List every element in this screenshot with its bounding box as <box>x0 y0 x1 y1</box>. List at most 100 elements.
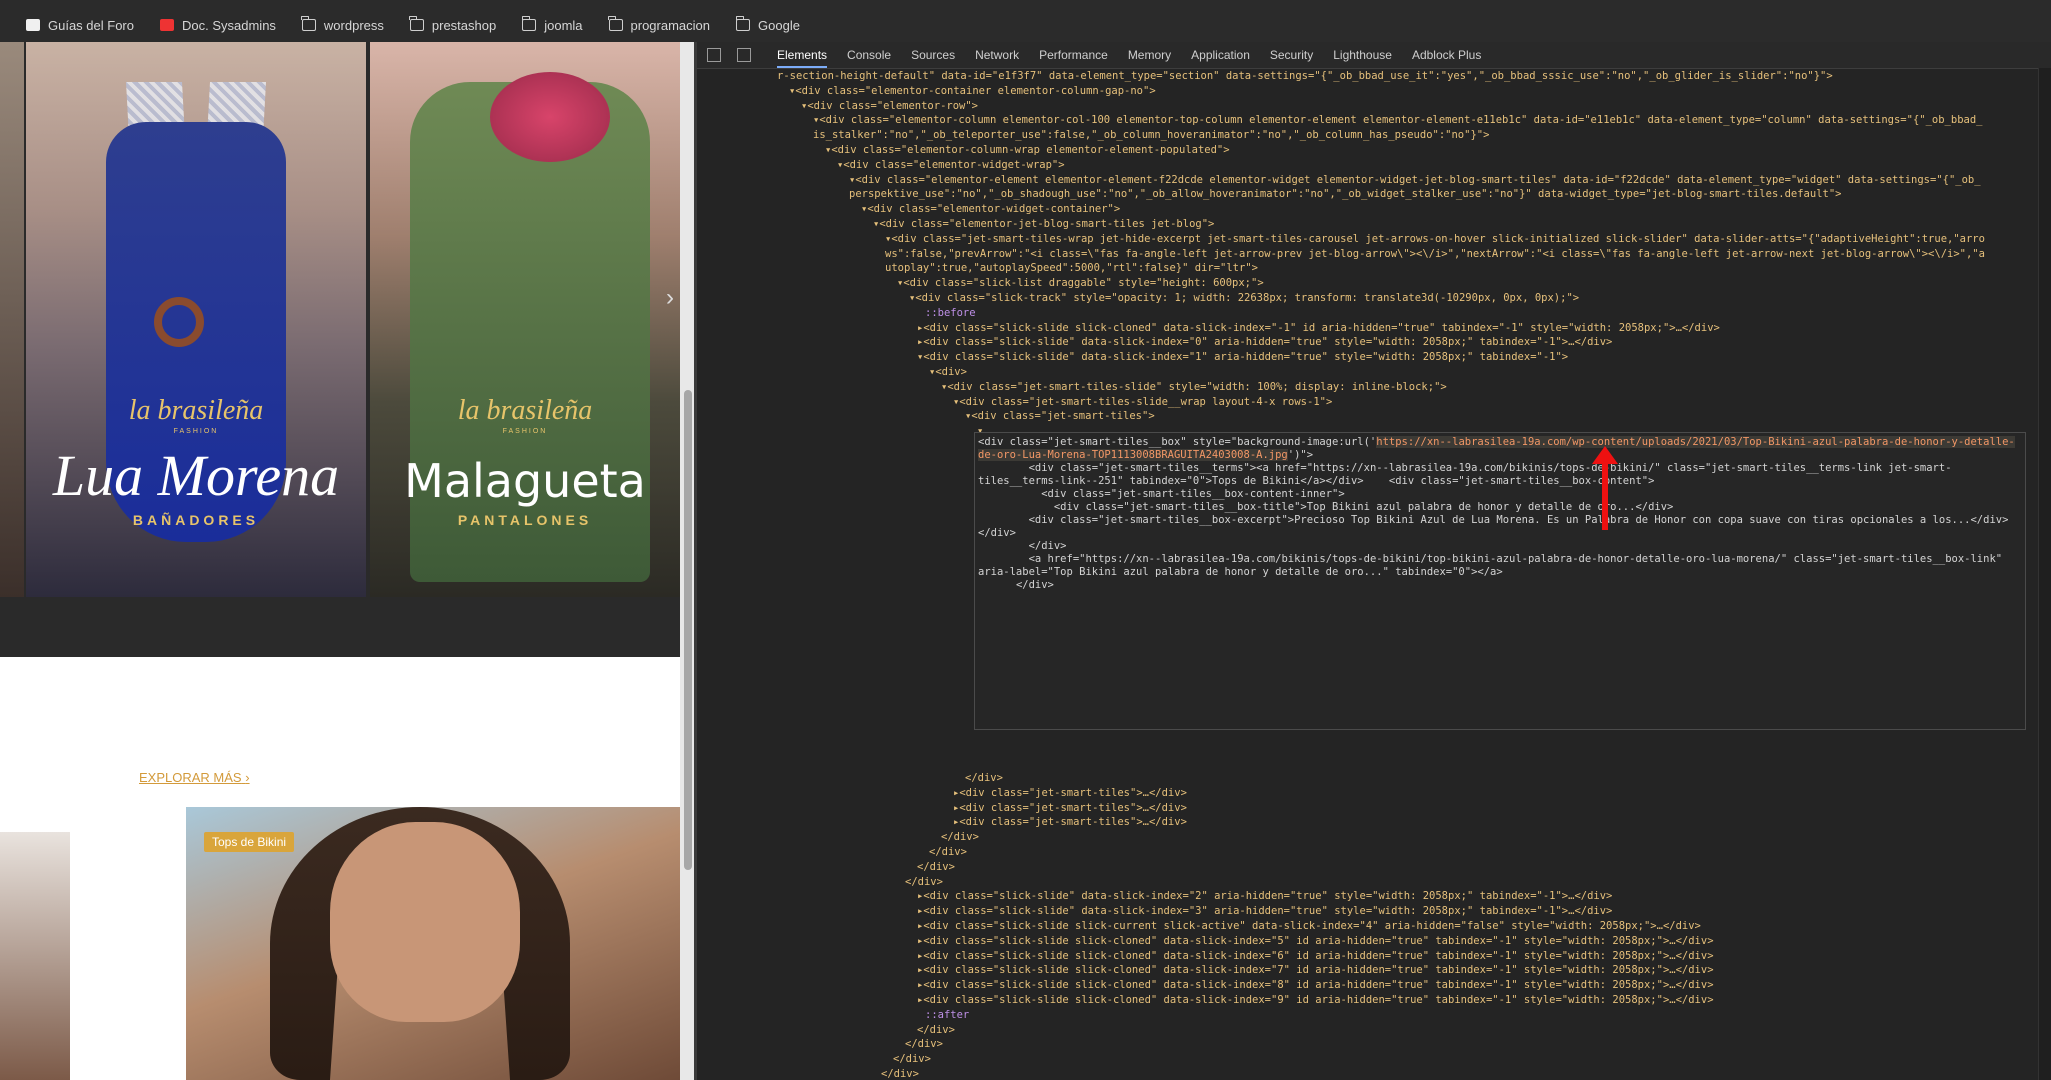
dom-node-line[interactable]: ▾<div class="jet-smart-tiles-slide" styl… <box>941 380 1447 395</box>
dom-node-line[interactable]: ▾<div class="elementor-jet-blog-smart-ti… <box>873 217 1214 232</box>
bookmark-google[interactable]: Google <box>735 16 800 33</box>
dom-node-line[interactable]: ▸<div class="slick-slide slick-cloned" d… <box>917 949 1714 964</box>
tab-performance[interactable]: Performance <box>1039 48 1108 62</box>
dom-node-line[interactable]: </div> <box>905 875 943 890</box>
edit-html-line[interactable]: <div class="jet-smart-tiles__box" style=… <box>978 436 1376 448</box>
edit-html-line[interactable]: <div class="jet-smart-tiles__box-content… <box>978 488 1344 500</box>
dom-node-line[interactable]: </div> <box>881 1067 919 1080</box>
dom-node-line[interactable]: ▸<div class="slick-slide slick-cloned" d… <box>917 978 1714 993</box>
dom-node-line[interactable]: ▸<div class="slick-slide" data-slick-ind… <box>917 889 1612 904</box>
product-category-tag[interactable]: Tops de Bikini <box>204 832 295 852</box>
tab-console[interactable]: Console <box>847 48 891 62</box>
dom-node-line[interactable]: ▾<div class="elementor-column elementor-… <box>813 113 1982 128</box>
page-scrollbar-thumb[interactable] <box>684 390 692 870</box>
edit-html-line[interactable]: <div class="jet-smart-tiles__box-excerpt… <box>978 514 2051 539</box>
dom-node-line[interactable]: </div> <box>893 1052 931 1067</box>
bookmark-doc-sysadmins[interactable]: Doc. Sysadmins <box>160 18 276 33</box>
dom-node-line[interactable]: ▾<div class="slick-slide" data-slick-ind… <box>917 350 1568 365</box>
product-image-partial[interactable] <box>0 832 70 1080</box>
dom-node-line[interactable]: ▸<div class="slick-slide slick-cloned" d… <box>917 993 1714 1008</box>
bookmark-wordpress[interactable]: wordpress <box>301 16 384 33</box>
dom-node-line[interactable]: ▾<div class="elementor-row"> <box>801 99 978 114</box>
dom-node-line[interactable]: ▸<div class="slick-slide" data-slick-ind… <box>917 335 1612 350</box>
dom-node-line[interactable]: ▾<div class="slick-list draggable" style… <box>897 276 1264 291</box>
bookmark-joomla[interactable]: joomla <box>521 16 583 33</box>
tab-memory[interactable]: Memory <box>1128 48 1171 62</box>
dom-node-line[interactable]: ▾<div class="elementor-container element… <box>789 84 1156 99</box>
tab-network[interactable]: Network <box>975 48 1019 62</box>
inspect-element-icon[interactable] <box>707 48 721 62</box>
dom-node-line[interactable]: ▾<div class="elementor-widget-wrap"> <box>837 158 1065 173</box>
dom-node-line[interactable]: ▾<div class="elementor-column-wrap eleme… <box>825 143 1230 158</box>
dom-node-line[interactable]: is_stalker":"no","_ob_teleporter_use":fa… <box>813 128 1489 143</box>
edit-as-html-text[interactable]: <div class="jet-smart-tiles__box" style=… <box>978 436 2018 592</box>
folder-icon <box>521 16 537 31</box>
edit-html-line[interactable]: <a href="https://xn--labrasilea-19a.com/… <box>978 553 2008 578</box>
tab-adblock-plus[interactable]: Adblock Plus <box>1412 48 1481 62</box>
slide-tile-pantalones[interactable]: la brasileña FASHION Malagueta PANTALONE… <box>370 42 680 597</box>
dom-node-line[interactable]: ws":false,"prevArrow":"<i class=\"fas fa… <box>885 247 1985 262</box>
dom-node-line[interactable]: ▸<div class="jet-smart-tiles">…</div> <box>953 801 1187 816</box>
dom-node-line[interactable]: utoplay":true,"autoplaySpeed":5000,"rtl"… <box>885 261 1258 276</box>
dom-node-line[interactable]: r-section-height-default" data-id="e1f3f… <box>777 69 1833 84</box>
dom-node-line[interactable]: </div> <box>917 860 955 875</box>
bookmark-label: Guías del Foro <box>48 17 134 33</box>
dom-node-line[interactable]: </div> <box>917 1023 955 1038</box>
edit-html-line[interactable]: </div> <box>978 540 1067 552</box>
dom-node-line[interactable]: ▸<div class="slick-slide slick-current s… <box>917 919 1701 934</box>
bookmark-label: programacion <box>630 17 711 33</box>
slide-title: Lua Morena <box>52 443 340 508</box>
brand-logo: la brasileña <box>128 395 264 426</box>
dom-node-line[interactable]: ▸<div class="jet-smart-tiles">…</div> <box>953 786 1187 801</box>
slide-category: PANTALONES <box>457 512 593 528</box>
dom-node-line[interactable]: ▾<div class="slick-track" style="opacity… <box>909 291 1579 306</box>
dom-node-line[interactable]: </div> <box>905 1037 943 1052</box>
device-toolbar-icon[interactable] <box>737 48 751 62</box>
dom-node-line[interactable]: ▾<div class="jet-smart-tiles-wrap jet-hi… <box>885 232 1985 247</box>
dom-node-line[interactable]: ▾<div class="elementor-element elementor… <box>849 173 1981 188</box>
dom-node-line[interactable]: </div> <box>929 845 967 860</box>
model-face-image <box>330 822 520 1022</box>
dom-node-line[interactable]: ▸<div class="slick-slide" data-slick-ind… <box>917 904 1612 919</box>
tab-application[interactable]: Application <box>1191 48 1250 62</box>
edit-html-line[interactable]: <div class="jet-smart-tiles__box-title">… <box>978 501 1674 513</box>
dom-node-line[interactable]: ▸<div class="jet-smart-tiles">…</div> <box>953 815 1187 830</box>
slide-tile-partial[interactable] <box>0 42 24 597</box>
dom-node-line[interactable]: ▸<div class="slick-slide slick-cloned" d… <box>917 963 1714 978</box>
slide-title: Malagueta <box>404 454 646 508</box>
chevron-right-icon[interactable]: › <box>666 284 674 312</box>
dom-node-line[interactable]: ::before <box>925 306 976 321</box>
dom-node-line[interactable]: </div> <box>965 771 1003 786</box>
dom-node-line[interactable]: ▾<div class="jet-smart-tiles"> <box>965 409 1155 424</box>
devtools-tab-bar: Elements Console Sources Network Perform… <box>697 42 2051 69</box>
bookmark-guias[interactable]: Guías del Foro <box>26 18 134 33</box>
tab-lighthouse[interactable]: Lighthouse <box>1333 48 1392 62</box>
dom-node-line[interactable]: ▾<div class="elementor-widget-container"… <box>861 202 1120 217</box>
red-site-icon <box>160 19 174 31</box>
dom-node-line[interactable]: </div> <box>941 830 979 845</box>
dom-node-line[interactable]: ▾<div> <box>929 365 967 380</box>
slide-category: BAÑADORES <box>132 512 260 528</box>
edit-html-line[interactable]: <div class="jet-smart-tiles__terms"><a h… <box>978 462 1952 487</box>
dom-node-line[interactable]: ::after <box>925 1008 969 1023</box>
bookmark-programacion[interactable]: programacion <box>608 16 711 33</box>
explore-more-link[interactable]: EXPLORAR MÁS › <box>139 770 250 785</box>
tab-elements[interactable]: Elements <box>777 48 828 68</box>
edit-html-line[interactable]: </div> <box>978 579 1054 591</box>
brand-sub: FASHION <box>173 428 219 435</box>
red-arrow-annotation <box>1602 458 1608 530</box>
dom-node-line[interactable]: ▾<div class="jet-smart-tiles-slide__wrap… <box>953 395 1332 410</box>
dom-node-line[interactable]: perspektive_use":"no","_ob_shadough_use"… <box>849 187 1841 202</box>
bookmark-prestashop[interactable]: prestashop <box>409 16 496 33</box>
dom-node-line[interactable]: ▸<div class="slick-slide slick-cloned" d… <box>917 321 1720 336</box>
tab-sources[interactable]: Sources <box>911 48 955 62</box>
folder-icon <box>735 16 751 31</box>
hero-slider[interactable]: la brasileña FASHION Lua Morena BAÑADORE… <box>0 42 684 657</box>
edit-html-line[interactable]: ')"> <box>1288 449 1313 461</box>
flower-print-image <box>490 72 610 162</box>
chevron-right-icon: › <box>245 770 250 785</box>
slide-tile-banadores[interactable]: la brasileña FASHION Lua Morena BAÑADORE… <box>26 42 366 597</box>
bookmarks-bar: Guías del Foro Doc. Sysadmins wordpress … <box>0 8 2051 42</box>
tab-security[interactable]: Security <box>1270 48 1313 62</box>
dom-node-line[interactable]: ▸<div class="slick-slide slick-cloned" d… <box>917 934 1714 949</box>
